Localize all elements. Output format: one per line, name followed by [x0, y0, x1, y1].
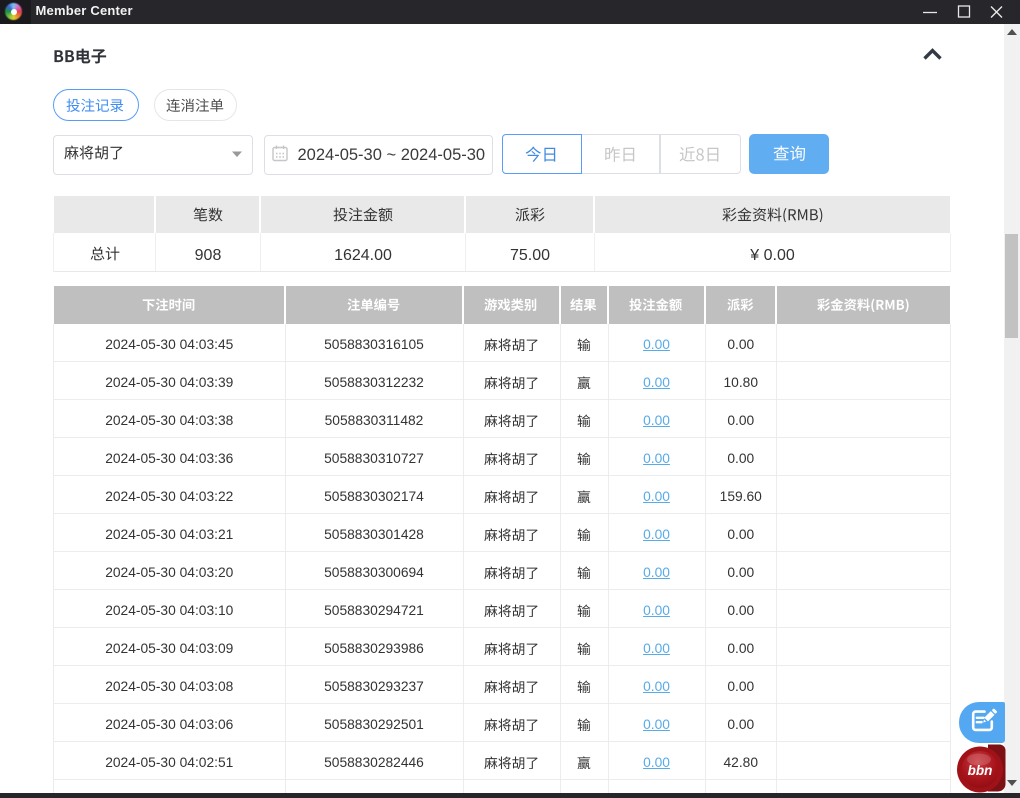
svg-text:bbn: bbn [968, 763, 993, 778]
